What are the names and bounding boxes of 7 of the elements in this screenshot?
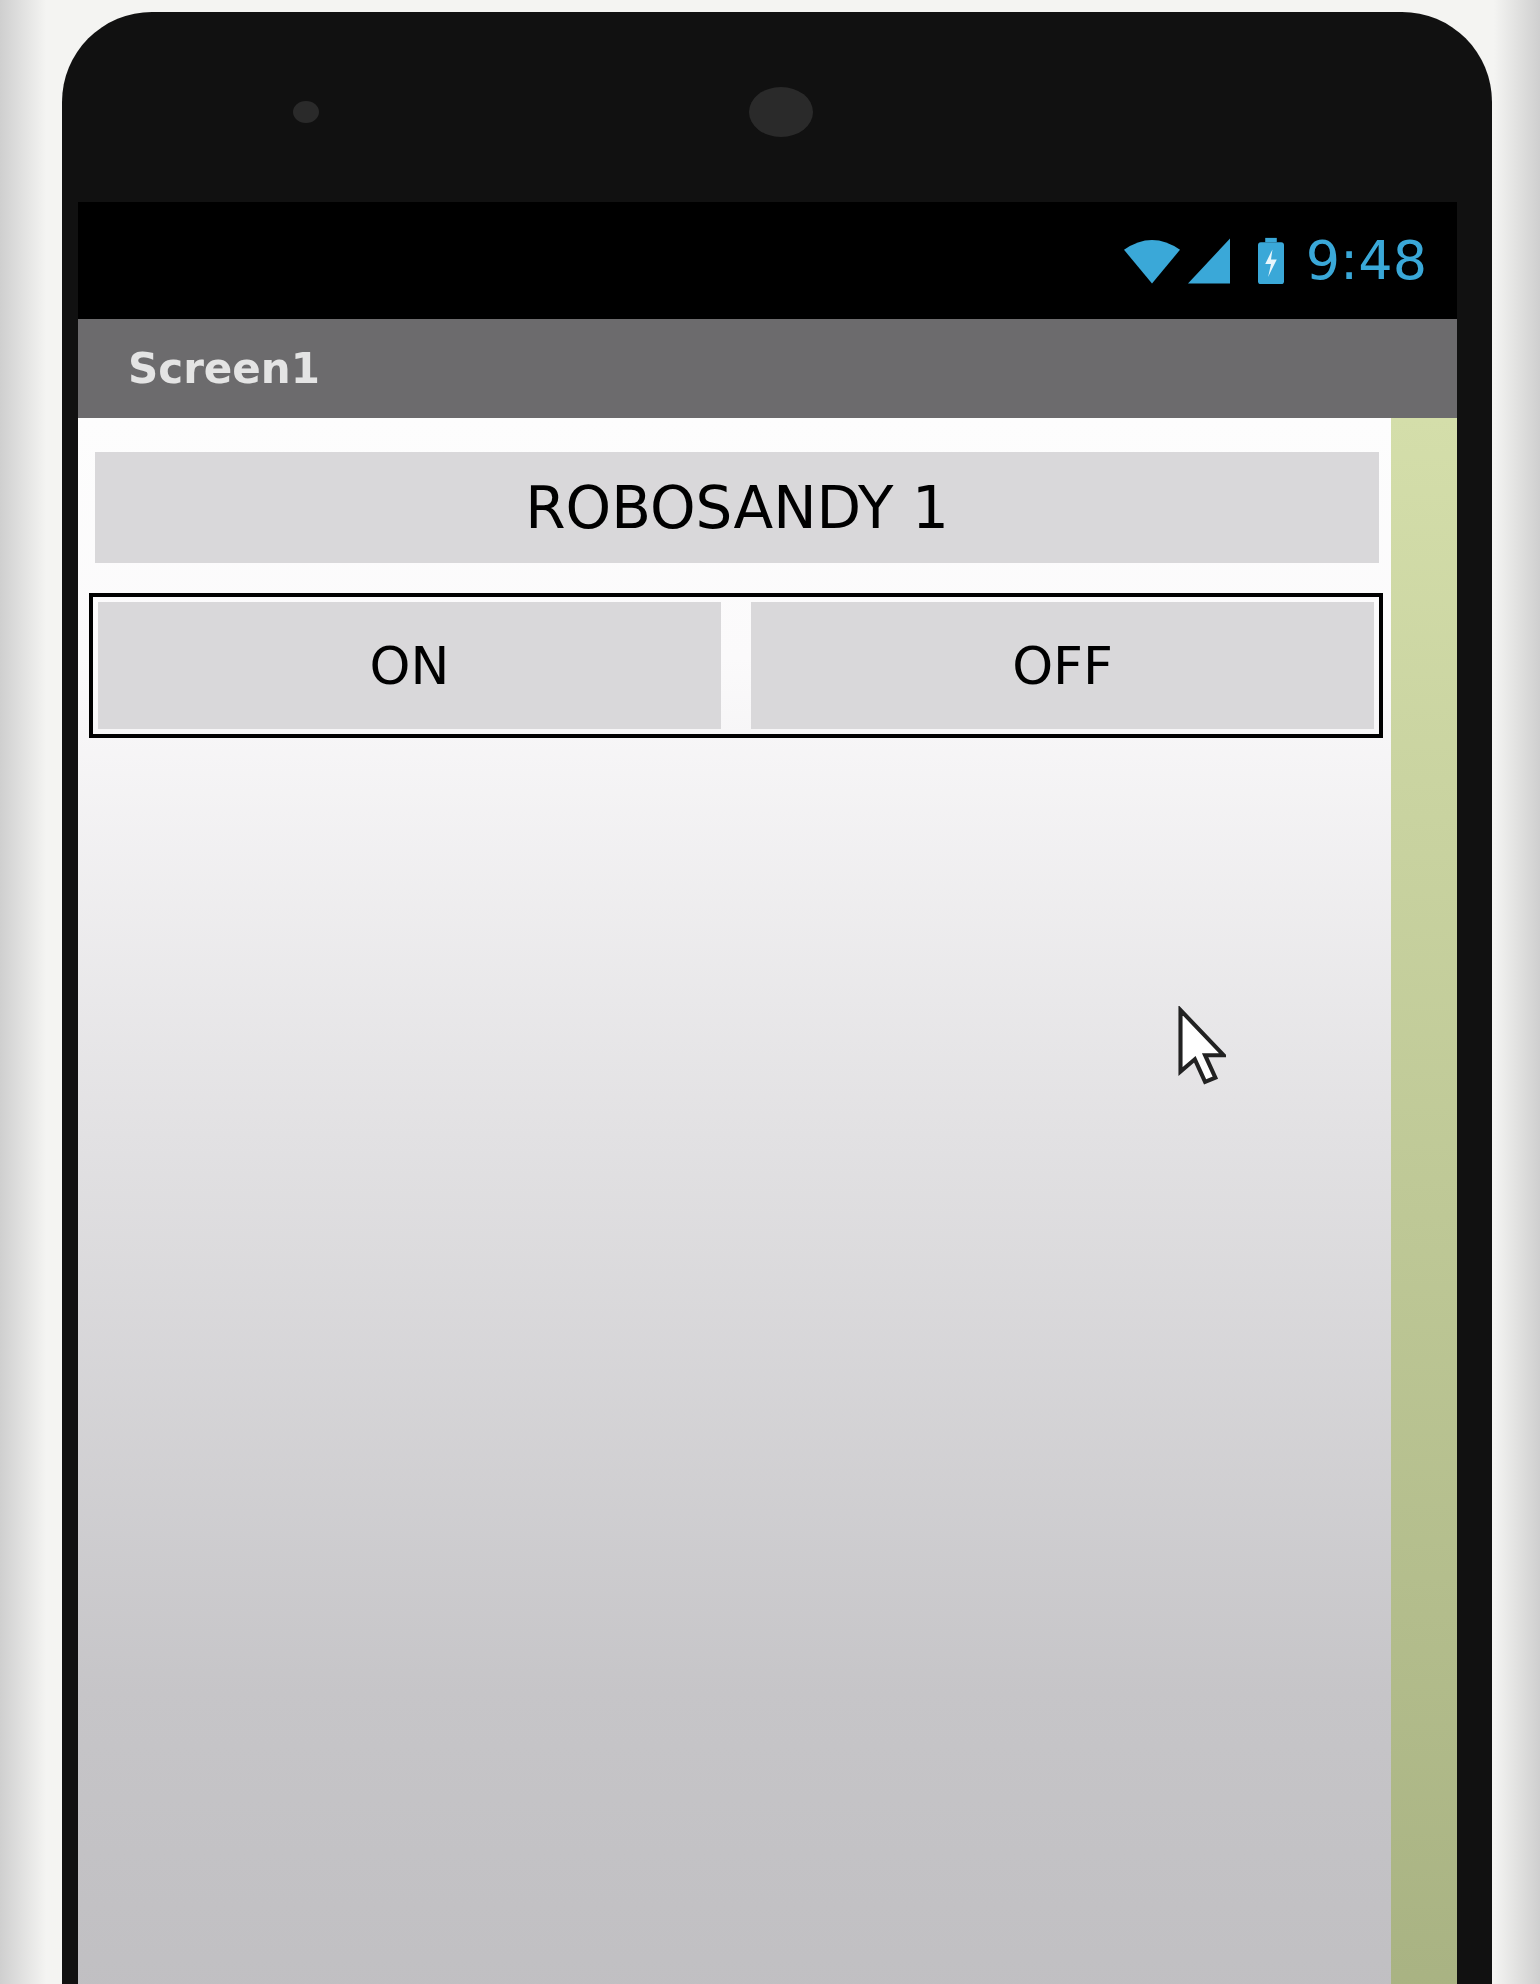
- status-time: 9:48: [1305, 229, 1427, 292]
- title-label: ROBOSANDY 1: [95, 452, 1379, 563]
- sensor-icon: [293, 101, 319, 123]
- screen-title: Screen1: [128, 344, 320, 393]
- app-button[interactable]: ON: [98, 602, 721, 729]
- battery-icon: [1257, 235, 1284, 286]
- app-button[interactable]: OFF: [751, 602, 1374, 729]
